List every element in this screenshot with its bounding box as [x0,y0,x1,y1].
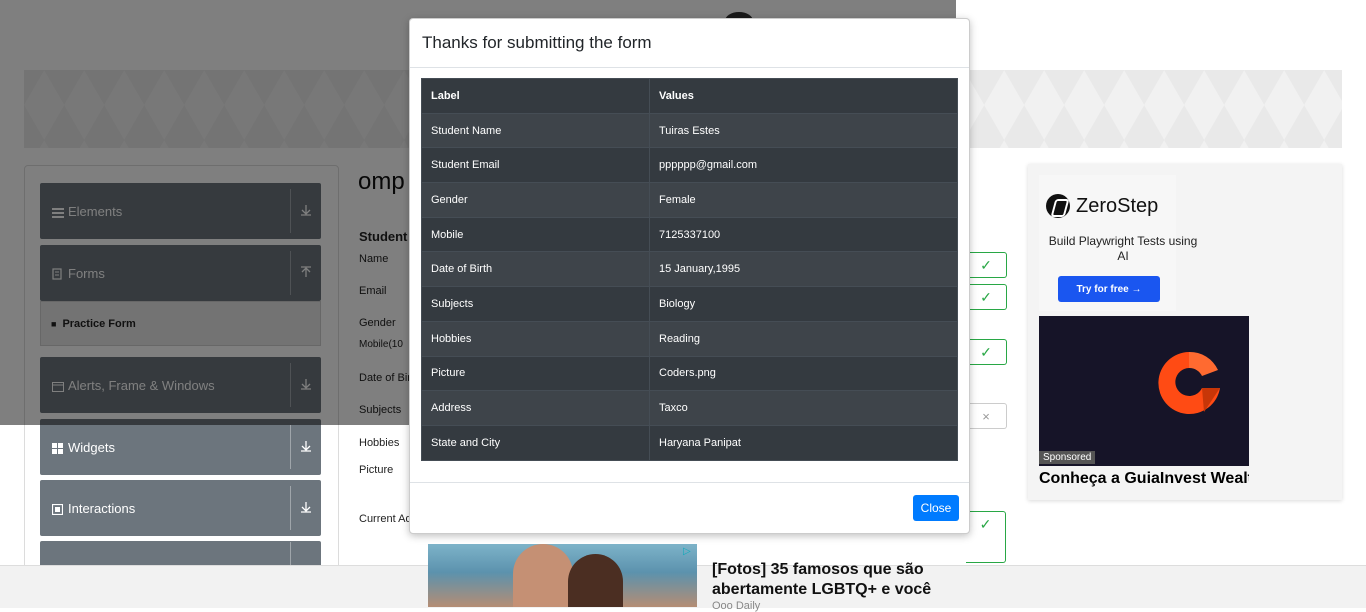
zerostep-logo-icon [1046,194,1070,218]
row-label: Gender [421,182,650,218]
bottom-ad-image[interactable] [428,544,697,607]
row-label: Address [421,390,650,426]
table-row: Address Taxco [421,390,958,426]
table-header-row: Label Values [421,78,958,114]
row-label: State and City [421,424,650,461]
chevron-down-icon[interactable] [291,440,321,455]
table-row: Student Name Tuiras Estes [421,112,958,149]
form-label-address: Current Ad [359,513,412,525]
row-value: Female [649,182,958,218]
row-value: Taxco [649,390,958,426]
submission-modal: Thanks for submitting the form Label Val… [409,18,970,534]
brand-logo-icon [1158,351,1220,414]
adchoices-icon[interactable]: ▷ [683,546,691,557]
row-label: Student Email [421,147,650,184]
sidebar-item-widgets[interactable]: Widgets [40,419,321,475]
column-header-values: Values [649,78,958,114]
ad-cta-button[interactable]: Try for free → [1058,276,1160,302]
row-label: Hobbies [421,320,650,357]
table-row: Gender Female [421,182,958,218]
ad-photo-person [513,544,573,607]
row-label: Subjects [421,286,650,322]
divider [290,542,291,566]
grid-icon [52,442,64,454]
table-row: Date of Birth 15 January,1995 [421,251,958,288]
form-label-hobbies: Hobbies [359,437,400,449]
table-row: Picture Coders.png [421,355,958,392]
row-value: Biology [649,286,958,322]
chevron-down-icon[interactable] [291,501,321,516]
valid-check-icon: ✓ [966,511,1006,563]
table-row: Student Email pppppp@gmail.com [421,147,958,184]
ad-brand: ZeroStep [1046,194,1158,218]
row-label: Date of Birth [421,251,650,288]
sponsored-label: Sponsored [1039,451,1096,464]
ad-headline[interactable]: Conheça a GuiaInvest Wealth [1039,470,1249,488]
row-value: pppppp@gmail.com [649,147,958,184]
bottom-ad-source: Ooo Daily [712,600,761,612]
sidebar-item-label: Widgets [68,439,115,455]
table-row: State and City Haryana Panipat [421,424,958,461]
modal-header: Thanks for submitting the form [410,19,969,68]
row-value: Haryana Panipat [649,424,958,461]
modal-footer: Close [410,482,969,533]
row-label: Student Name [421,112,650,149]
sidebar-item-more[interactable] [40,541,321,567]
row-value: Reading [649,320,958,357]
row-label: Picture [421,355,650,392]
table-row: Subjects Biology [421,286,958,322]
close-button[interactable]: Close [913,495,959,521]
ad-tagline: Build Playwright Tests using AI [1048,234,1198,263]
results-table: Label Values Student Name Tuiras Estes Stu… [421,78,958,461]
interaction-icon [51,503,64,516]
row-value: Coders.png [649,355,958,392]
table-row: Hobbies Reading [421,320,958,357]
bottom-ad-headline[interactable]: [Fotos] 35 famosos que são abertamente L… [712,560,937,600]
modal-title: Thanks for submitting the form [422,33,652,52]
valid-check-icon: ✓ [966,284,1007,310]
row-value: 15 January,1995 [649,251,958,288]
ad-image[interactable] [1039,316,1249,466]
ad-photo-person [568,554,623,607]
row-value: 7125337100 [649,216,958,253]
row-value: Tuiras Estes [649,112,958,149]
valid-check-icon: ✓ [966,252,1007,278]
form-label-picture: Picture [359,464,394,476]
sidebar-item-label: Interactions [68,500,136,516]
valid-check-icon: ✓ [966,339,1007,365]
table-row: Mobile 7125337100 [421,216,958,253]
clear-subjects-icon[interactable]: × [966,403,1007,429]
sidebar-item-interactions[interactable]: Interactions [40,480,321,536]
row-label: Mobile [421,216,650,253]
sidebar-ad[interactable]: ZeroStep Build Playwright Tests using AI… [1028,164,1342,500]
column-header-label: Label [421,78,650,114]
